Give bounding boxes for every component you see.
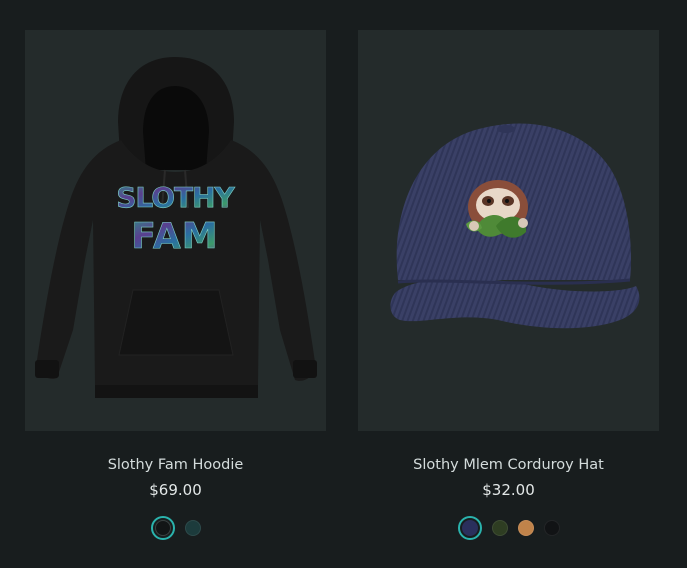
- swatch-navy-selected[interactable]: [457, 516, 482, 540]
- product-image-hat[interactable]: [358, 30, 659, 431]
- product-grid: SLOTHY FAM Slothy Fam Hoodie $69.00 Slot…: [0, 0, 687, 568]
- product-title-hoodie[interactable]: Slothy Fam Hoodie: [25, 456, 326, 474]
- product-card-hat: Slothy Mlem Corduroy Hat $32.00: [358, 30, 659, 540]
- product-image-hoodie[interactable]: SLOTHY FAM: [25, 30, 326, 431]
- product-title-hat[interactable]: Slothy Mlem Corduroy Hat: [358, 456, 659, 474]
- swatch-dot: [461, 520, 478, 536]
- product-card-hoodie: SLOTHY FAM Slothy Fam Hoodie $69.00: [25, 30, 326, 540]
- swatch-olive[interactable]: [491, 520, 508, 536]
- swatch-black-selected[interactable]: [150, 516, 175, 540]
- swatch-dot: [154, 520, 171, 536]
- hoodie-print-line1: SLOTHY: [116, 181, 235, 214]
- swatch-black[interactable]: [543, 520, 560, 536]
- color-swatches-hoodie: [25, 516, 326, 540]
- color-swatches-hat: [358, 516, 659, 540]
- swatch-dark-teal[interactable]: [184, 520, 201, 536]
- hoodie-illustration: SLOTHY FAM: [35, 57, 317, 398]
- product-price-hoodie: $69.00: [149, 481, 202, 499]
- product-price-hat: $32.00: [482, 481, 535, 499]
- swatch-camel[interactable]: [517, 520, 534, 536]
- hat-illustration: [390, 123, 640, 329]
- hoodie-print-line2: FAM: [131, 216, 218, 257]
